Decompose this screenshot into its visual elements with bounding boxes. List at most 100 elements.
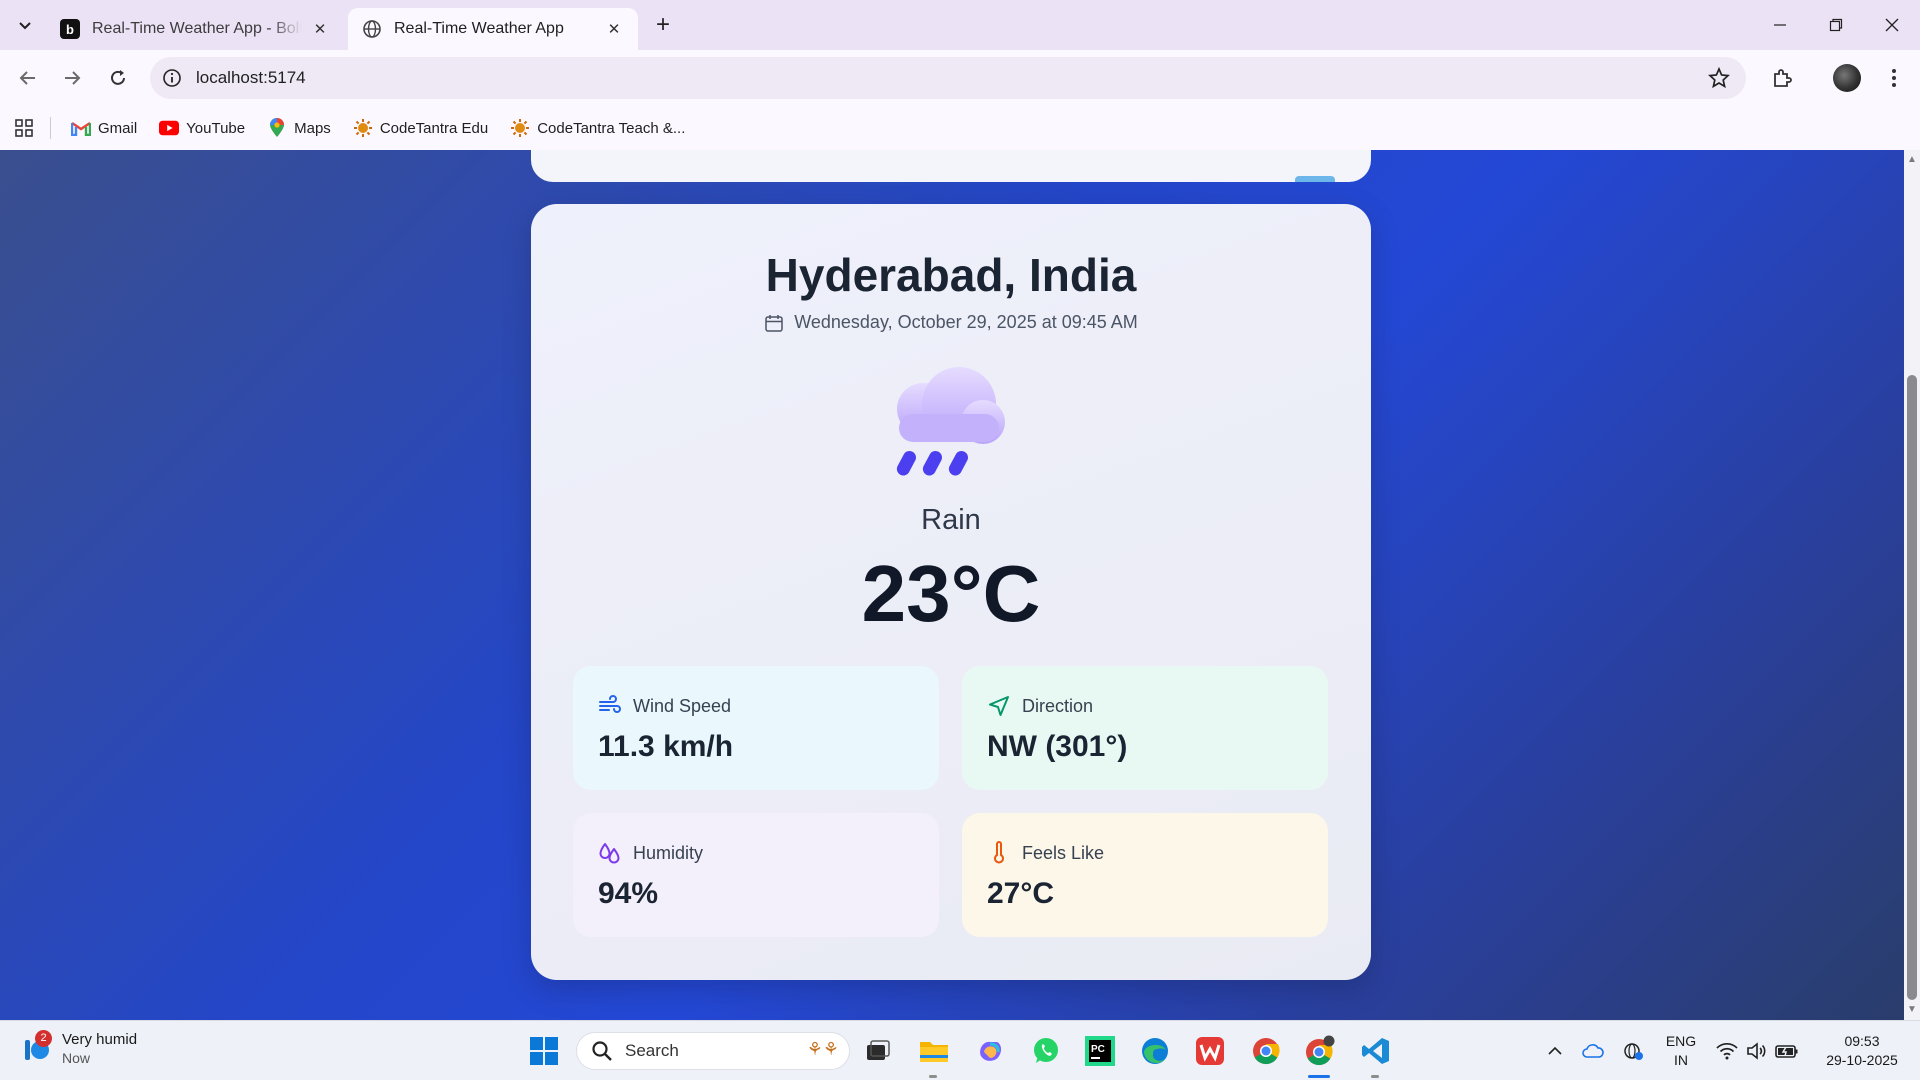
back-button[interactable] — [12, 62, 44, 94]
direction-value: NW (301°) — [987, 730, 1128, 763]
widget-subtitle: Now — [62, 1050, 91, 1066]
running-indicator — [929, 1075, 937, 1078]
battery-button[interactable] — [1772, 1021, 1802, 1080]
bookmark-youtube[interactable]: YouTube — [159, 118, 245, 138]
scroll-up-arrow[interactable]: ▲ — [1906, 154, 1918, 166]
close-window-button[interactable] — [1864, 0, 1920, 50]
widget-title: Very humid — [62, 1031, 138, 1048]
codetantra-icon — [510, 118, 530, 138]
gmail-icon — [71, 118, 91, 138]
humidity-value: 94% — [598, 877, 659, 910]
more-vert-icon — [1892, 69, 1896, 87]
direction-card: Direction NW (301°) — [962, 666, 1328, 790]
tab-bolt-weather[interactable]: b Real-Time Weather App - Bolt.new ✕ — [46, 8, 344, 50]
search-card-partial — [531, 150, 1371, 182]
apps-grid-icon — [15, 119, 33, 137]
rain-cloud-icon — [896, 367, 1005, 476]
puzzle-icon — [1774, 69, 1792, 87]
whatsapp-button[interactable] — [1030, 1035, 1062, 1067]
weather-widget[interactable]: 2 Very humid Now — [20, 1029, 138, 1066]
direction-label: Direction — [1022, 695, 1094, 716]
new-tab-button[interactable]: + — [650, 12, 676, 38]
bookmark-label: Gmail — [98, 119, 138, 137]
apps-button[interactable] — [14, 118, 34, 138]
svg-text:PC: PC — [1091, 1044, 1105, 1055]
taskbar-search[interactable]: Search ⚘⚘ — [576, 1032, 850, 1070]
bookmarks-bar: Gmail YouTube Maps CodeTantra Edu CodeTa… — [0, 106, 1920, 150]
weather-card: Hyderabad, India Wednesday, October 29, … — [531, 204, 1371, 980]
bolt-favicon-icon: b — [60, 19, 80, 39]
browser-menu-button[interactable] — [1880, 64, 1908, 92]
network-status-button[interactable] — [1618, 1021, 1648, 1080]
bookmark-codetantra-edu[interactable]: CodeTantra Edu — [353, 118, 488, 138]
minimize-button[interactable] — [1752, 0, 1808, 50]
maps-icon — [267, 118, 287, 138]
network-globe-icon — [1624, 1043, 1643, 1060]
wind-speed-label: Wind Speed — [633, 695, 732, 716]
restore-button[interactable] — [1808, 0, 1864, 50]
address-bar[interactable]: localhost:5174 — [150, 57, 1746, 99]
chrome-profile-button[interactable] — [1304, 1035, 1336, 1067]
reload-icon — [111, 70, 125, 85]
humidity-card: Humidity 94% — [573, 813, 939, 937]
start-button[interactable] — [528, 1035, 560, 1067]
search-placeholder: Search — [625, 1041, 679, 1060]
arrow-right-icon — [65, 71, 81, 85]
temperature-value: 23°C — [861, 549, 1041, 638]
wind-speed-value: 11.3 km/h — [598, 730, 734, 763]
clock-time: 09:53 — [1844, 1033, 1880, 1049]
chevron-down-icon — [19, 22, 31, 30]
scrollbar-thumb[interactable] — [1907, 375, 1917, 1000]
vscode-button[interactable] — [1360, 1035, 1392, 1067]
humidity-label: Humidity — [633, 842, 704, 863]
profile-avatar[interactable] — [1833, 64, 1861, 92]
close-tab-icon[interactable]: ✕ — [310, 19, 330, 39]
bookmark-codetantra-teach[interactable]: CodeTantra Teach &... — [510, 118, 685, 138]
volume-button[interactable] — [1742, 1021, 1772, 1080]
scroll-down-arrow[interactable]: ▼ — [1906, 1004, 1918, 1016]
reload-button[interactable] — [102, 62, 134, 94]
folder-icon — [920, 1042, 948, 1062]
language-code: ENG — [1665, 1033, 1697, 1049]
wifi-icon — [1716, 1042, 1738, 1060]
bookmark-gmail[interactable]: Gmail — [71, 118, 137, 138]
wifi-button[interactable] — [1712, 1021, 1742, 1080]
task-view-button[interactable] — [862, 1035, 894, 1067]
forward-button[interactable] — [56, 62, 88, 94]
bookmark-label: YouTube — [186, 119, 246, 137]
tab-title: Real-Time Weather App - Bolt.new — [92, 20, 302, 37]
running-indicator — [1371, 1075, 1379, 1078]
onedrive-button[interactable] — [1578, 1021, 1608, 1080]
extensions-button[interactable] — [1768, 64, 1796, 92]
bookmark-star-icon[interactable] — [1708, 67, 1730, 89]
city-title: Hyderabad, India — [765, 249, 1137, 301]
chrome-icon — [1253, 1038, 1280, 1065]
notification-badge: 2 — [35, 1029, 52, 1047]
pycharm-button[interactable]: PC — [1084, 1035, 1116, 1067]
condition-label: Rain — [921, 504, 981, 536]
wind-icon — [599, 695, 621, 713]
tab-search-button[interactable] — [10, 10, 40, 40]
site-info-icon[interactable] — [162, 68, 182, 88]
edge-button[interactable] — [1139, 1035, 1171, 1067]
show-hidden-icons-button[interactable] — [1540, 1021, 1570, 1080]
language-indicator[interactable]: ENG IN — [1658, 1021, 1704, 1080]
window-controls — [1752, 0, 1920, 50]
wps-office-button[interactable] — [1194, 1035, 1226, 1067]
copilot-button[interactable] — [974, 1035, 1006, 1067]
language-region: IN — [1674, 1052, 1688, 1068]
tab-weather-app[interactable]: Real-Time Weather App ✕ — [348, 8, 638, 50]
bookmark-maps[interactable]: Maps — [267, 118, 331, 138]
chrome-button[interactable] — [1250, 1035, 1282, 1067]
file-explorer-button[interactable] — [918, 1035, 950, 1067]
clock[interactable]: 09:53 29-10-2025 — [1812, 1021, 1912, 1080]
url-text: localhost:5174 — [196, 68, 306, 87]
date-time-row: Wednesday, October 29, 2025 at 09:45 AM — [531, 312, 1371, 333]
page-viewport: Hyderabad, India Wednesday, October 29, … — [0, 150, 1920, 1020]
close-tab-icon[interactable]: ✕ — [604, 19, 624, 39]
navigation-arrow-icon — [989, 696, 1009, 716]
page-scrollbar[interactable]: ▲ ▼ — [1904, 150, 1920, 1020]
humidity-widget-icon: 2 — [20, 1029, 52, 1064]
search-button-partial[interactable] — [1295, 176, 1335, 182]
wps-icon — [1196, 1037, 1224, 1065]
